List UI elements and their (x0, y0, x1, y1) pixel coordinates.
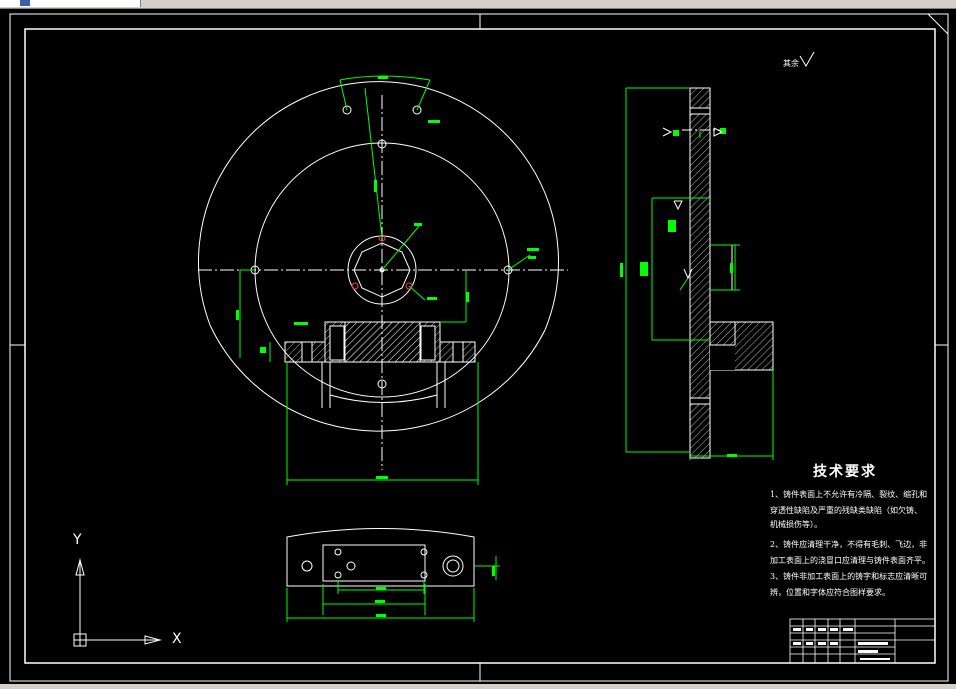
tech-req-line-4: 2、铸件应清理干净，不得有毛刺、飞边，非 (770, 540, 928, 549)
tech-req-line-6: 3、铸件非加工表面上的铸字和标志应清晰可 (770, 572, 928, 581)
technical-requirements-title: 技术要求 (813, 464, 877, 480)
ucs-x-label: X (172, 631, 182, 647)
tech-req-line-5: 加工表面上的浇冒口应清理与铸件表面齐平。 (770, 556, 930, 565)
disc-front-view (197, 81, 568, 470)
section-view-front (284, 321, 476, 408)
tech-req-line-3: 机械损伤等）。 (770, 520, 822, 529)
bottom-plan-view (286, 528, 475, 587)
tech-req-line-7: 辨，位置和字体应符合图样要求。 (770, 588, 890, 597)
ucs-icon (73, 558, 162, 647)
tech-req-line-1: 1、铸件表面上不允许有冷隔、裂纹、缩孔和 (770, 490, 928, 499)
status-strip (0, 684, 956, 689)
side-section-view (682, 87, 774, 459)
roughness-symbols (662, 51, 815, 280)
roughness-note: 其余 (783, 59, 799, 68)
tech-req-line-2: 穿透性缺陷及严重的残缺类缺陷（如欠铸、 (770, 506, 922, 515)
ucs-y-label: Y (73, 532, 82, 548)
title-block (789, 618, 936, 664)
